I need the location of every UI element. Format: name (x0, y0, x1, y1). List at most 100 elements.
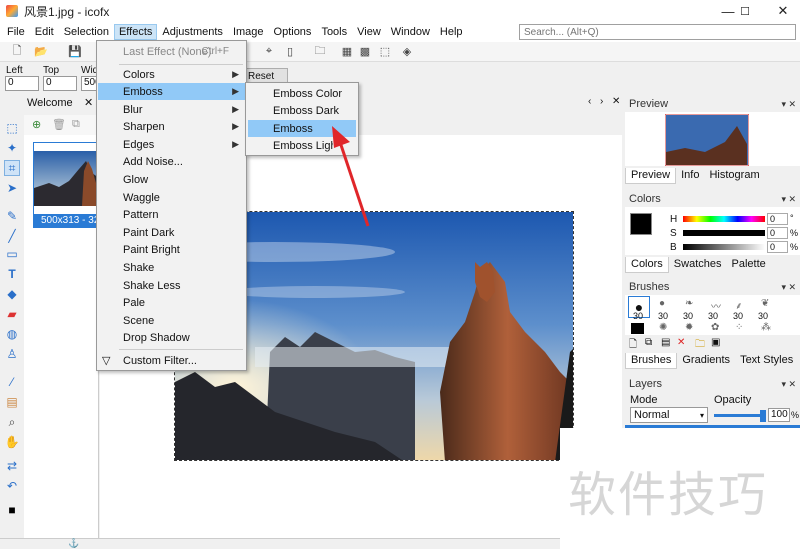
fill-icon[interactable]: ◆ (4, 286, 20, 302)
panel-controls-icon[interactable]: ▾ ✕ (781, 194, 796, 205)
selection-icon[interactable]: ⬚ (378, 44, 392, 58)
search-input[interactable] (519, 24, 796, 40)
brush-grass-icon[interactable]: ⸙ (735, 298, 743, 312)
undo-icon[interactable]: ↶ (4, 478, 20, 494)
brush-feather-icon[interactable]: ❦ (761, 298, 769, 309)
menu-item-emboss[interactable]: Emboss ▶ (98, 83, 245, 100)
blend-mode-select[interactable]: Normal ▾ (630, 407, 708, 423)
tab-colors[interactable]: Colors (625, 257, 669, 273)
panel-controls-icon[interactable]: ▾ ✕ (781, 99, 796, 110)
opacity-slider[interactable] (714, 414, 766, 417)
close-button[interactable]: ✕ (766, 0, 800, 22)
tab-swatches[interactable]: Swatches (669, 257, 727, 273)
menu-item-colors[interactable]: Colors ▶ (98, 66, 245, 83)
menu-adjustments[interactable]: Adjustments (157, 24, 228, 40)
grid-icon[interactable]: ▩ (358, 44, 372, 58)
brush-splat-icon[interactable]: ✺ (659, 322, 667, 333)
rectangle-icon[interactable]: ▭ (4, 246, 20, 262)
tab-close-icon[interactable]: ✕ (84, 96, 93, 109)
line-icon[interactable]: ╱ (4, 228, 20, 244)
menu-item-drop-shadow[interactable]: Drop Shadow (98, 329, 245, 346)
menu-file[interactable]: File (2, 24, 30, 40)
menu-item-glow[interactable]: Glow (98, 171, 245, 188)
image-thumbnail[interactable] (33, 142, 100, 215)
checker-icon[interactable]: ▦ (340, 44, 354, 58)
panel-controls-icon[interactable]: ▾ ✕ (781, 379, 796, 390)
cursor-tool-icon[interactable]: ⌖ (262, 44, 276, 58)
brush-flower-icon[interactable]: ✿ (711, 322, 719, 333)
menu-selection[interactable]: Selection (59, 24, 114, 40)
menu-image[interactable]: Image (228, 24, 269, 40)
menu-edit[interactable]: Edit (30, 24, 59, 40)
tab-histogram[interactable]: Histogram (704, 168, 764, 184)
submenu-item-emboss-color[interactable]: Emboss Color (248, 85, 356, 102)
menu-window[interactable]: Window (386, 24, 435, 40)
tab-preview[interactable]: Preview (625, 168, 677, 184)
brush-star-icon[interactable]: ✹ (685, 322, 693, 333)
tab-welcome[interactable]: Welcome (27, 97, 73, 109)
delete-image-icon[interactable]: 🗑 (52, 118, 66, 131)
menu-help[interactable]: Help (435, 24, 468, 40)
open-folder-icon[interactable]: 📂 (34, 44, 48, 58)
pencil-icon[interactable]: ✎ (4, 208, 20, 224)
tab-palette[interactable]: Palette (727, 257, 771, 273)
ruler-icon[interactable]: ▤ (4, 394, 20, 410)
copy-image-icon[interactable]: ⧉ (72, 118, 80, 131)
hand-icon[interactable]: ✋ (4, 434, 20, 450)
top-input[interactable]: 0 (43, 76, 77, 91)
width-input[interactable]: 500 (81, 76, 97, 91)
panel-controls-icon[interactable]: ▾ ✕ (781, 282, 796, 293)
new-file-icon[interactable]: 🗋 (10, 44, 24, 58)
edit-brush-icon[interactable]: ▤ (661, 337, 670, 348)
menu-tools[interactable]: Tools (316, 24, 352, 40)
delete-brush-icon[interactable]: ✕ (677, 337, 685, 348)
menu-item-pattern[interactable]: Pattern (98, 206, 245, 223)
menu-item-sharpen[interactable]: Sharpen ▶ (98, 118, 245, 135)
drop-icon[interactable]: ◍ (4, 326, 20, 342)
menu-item-shake[interactable]: Shake (98, 259, 245, 276)
brightness-slider[interactable] (683, 244, 765, 250)
menu-view[interactable]: View (352, 24, 386, 40)
menu-item-waggle[interactable]: Waggle (98, 189, 245, 206)
menu-item-edges[interactable]: Edges ▶ (98, 136, 245, 153)
menu-effects[interactable]: Effects (113, 24, 158, 40)
tab-prev-icon[interactable]: ‹ (588, 96, 591, 107)
wand-icon[interactable]: ✦ (4, 140, 20, 156)
save-brush-icon[interactable]: ▣ (711, 337, 720, 348)
left-input[interactable]: 0 (5, 76, 39, 91)
b-value[interactable]: 0 (767, 241, 788, 253)
brush-dots-icon[interactable]: ⁘ (735, 322, 743, 333)
stamp-icon[interactable]: ♙ (4, 346, 20, 362)
maximize-button[interactable]: ☐ (728, 0, 762, 22)
menu-item-custom-filter[interactable]: ▽ Custom Filter... (98, 352, 245, 369)
menu-item-blur[interactable]: Blur ▶ (98, 101, 245, 118)
save-icon[interactable]: 💾 (68, 44, 82, 58)
crop-icon[interactable]: ⌗ (4, 160, 20, 176)
tab-brushes[interactable]: Brushes (625, 353, 678, 369)
tab-gradients[interactable]: Gradients (677, 353, 735, 369)
tab-close-all-icon[interactable]: ✕ (612, 96, 620, 107)
menu-item-pale[interactable]: Pale (98, 294, 245, 311)
marquee-icon[interactable]: ⬚ (4, 120, 20, 136)
brush-leaf-icon[interactable]: ❧ (685, 298, 693, 309)
brush-spray-icon[interactable]: ⁂ (761, 322, 771, 333)
submenu-item-emboss-dark[interactable]: Emboss Dark (248, 102, 356, 119)
h-value[interactable]: 0 (767, 213, 788, 225)
menu-item-shake-less[interactable]: Shake Less (98, 277, 245, 294)
menu-item-scene[interactable]: Scene (98, 312, 245, 329)
folder-search-icon[interactable]: 🗀 (313, 44, 327, 58)
eyedropper-icon[interactable]: ⁄ (4, 374, 20, 390)
open-brush-icon[interactable]: 🗀 (695, 337, 705, 354)
zoom-icon[interactable]: ⌕ (4, 414, 20, 430)
opacity-slider-thumb[interactable] (760, 410, 766, 422)
add-image-icon[interactable]: ⊕ (32, 118, 41, 131)
primary-color-swatch[interactable] (630, 213, 652, 235)
text-icon[interactable]: T (4, 266, 20, 282)
tab-next-icon[interactable]: › (600, 96, 603, 107)
menu-item-paint-dark[interactable]: Paint Dark (98, 224, 245, 241)
brush-soft-icon[interactable]: ● (659, 298, 665, 309)
opacity-value[interactable]: 100 (768, 408, 790, 422)
move-icon[interactable]: ➤ (4, 180, 20, 196)
copy-brush-icon[interactable]: ⧉ (645, 337, 652, 348)
new-brush-icon[interactable]: 🗋 (629, 337, 637, 354)
